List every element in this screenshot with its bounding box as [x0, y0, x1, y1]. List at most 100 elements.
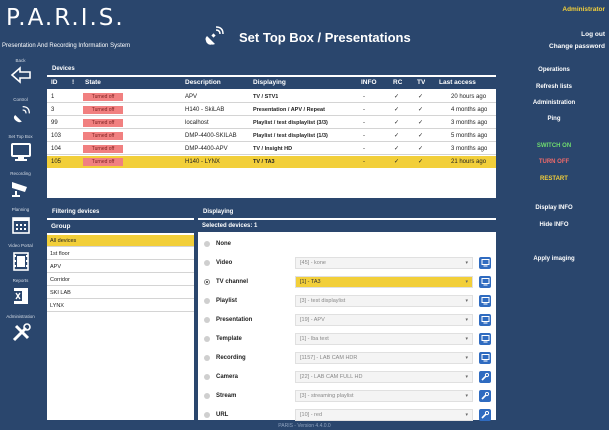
display-option: Template [1] - lba text ▾ [198, 330, 496, 348]
group-item[interactable]: APV [47, 261, 194, 273]
option-select[interactable]: [10] - red ▾ [295, 409, 473, 421]
logout-link[interactable]: Log out [581, 31, 605, 38]
col-rc[interactable]: RC [393, 77, 402, 89]
option-select[interactable]: [22] - LAB CAM FULL HD ▾ [295, 371, 473, 383]
apply-imaging-button[interactable]: Apply imaging [502, 246, 606, 272]
col-description[interactable]: Description [185, 77, 221, 89]
device-id: 1 [51, 94, 55, 100]
col-id[interactable]: ID [51, 77, 58, 89]
table-row[interactable]: 103 Turned off DMP-4400-SKILAB Playlist / t… [47, 130, 496, 142]
sidebar-item-planning[interactable]: Planning [0, 207, 41, 235]
group-item[interactable]: Corridor [47, 274, 194, 286]
sidebar-item-label: Control [13, 97, 28, 102]
device-displaying: TV / STV1 [253, 94, 279, 100]
sidebar-item-video-portal[interactable]: Video Portal [0, 243, 41, 271]
ping-button[interactable]: Ping [502, 113, 606, 126]
show-button[interactable] [479, 352, 491, 364]
radio-button[interactable] [204, 412, 210, 418]
table-row[interactable]: 99 Turned off localhost Playlist / test dis… [47, 117, 496, 129]
sidebar-item-set-top-box[interactable]: Set Top Box [0, 134, 41, 162]
option-select[interactable]: [3] - test displaylist ▾ [295, 295, 473, 307]
group-item[interactable]: SKI LAB [47, 287, 194, 299]
option-label: TV channel [216, 279, 249, 285]
state-badge: Turned off [83, 132, 123, 140]
switch-on-button[interactable]: SWITCH ON [502, 140, 606, 153]
sidebar-item-label: Reports [12, 278, 29, 283]
device-tv: ✓ [418, 146, 424, 152]
table-row[interactable]: 1 Turned off APV TV / STV1 - ✓ ✓ 20 hours ago [47, 91, 496, 103]
displaying-panel: Displaying Selected devices: 1 None Video… [198, 207, 496, 421]
option-select[interactable]: [1] - TA3 ▾ [295, 276, 473, 288]
sidebar-item-control[interactable]: Control [0, 97, 41, 125]
col-state[interactable]: State [85, 77, 101, 89]
sidebar-item-recording[interactable]: Recording [0, 171, 41, 197]
sidebar-item-reports[interactable]: Reports [0, 278, 41, 306]
col-displaying[interactable]: Displaying [253, 77, 286, 89]
group-item[interactable]: All devices [47, 235, 194, 247]
state-badge: Turned off [83, 106, 123, 114]
device-info: - [363, 120, 365, 126]
configure-button[interactable] [479, 409, 491, 421]
col-tv[interactable]: TV [417, 77, 425, 89]
option-select[interactable]: [1157] - LAB CAM HDR ▾ [295, 352, 473, 364]
table-row[interactable]: 105 Turned off H140 - LYNX TV / TA3 - ✓ ✓ 21 ho… [47, 156, 496, 168]
display-info-button[interactable]: Display INFO [502, 202, 606, 215]
monitor-icon [479, 335, 491, 343]
radio-button[interactable] [204, 336, 210, 342]
radio-button[interactable] [204, 374, 210, 380]
col-alert[interactable]: ! [72, 77, 74, 89]
option-label: Template [216, 336, 242, 342]
chevron-down-icon: ▾ [465, 336, 468, 342]
chevron-down-icon: ▾ [465, 279, 468, 285]
show-button[interactable] [479, 314, 491, 326]
filtering-panel: Filtering devices Group All devices 1st f… [47, 207, 194, 420]
show-button[interactable] [479, 333, 491, 345]
turn-off-button[interactable]: TURN OFF [502, 156, 606, 169]
configure-button[interactable] [479, 371, 491, 383]
radio-button[interactable] [204, 317, 210, 323]
satellite-dish-icon [201, 23, 227, 49]
display-option: Camera [22] - LAB CAM FULL HD ▾ [198, 368, 496, 386]
app-logo[interactable]: P.A.R.I.S. [6, 5, 125, 31]
col-info[interactable]: INFO [361, 77, 377, 89]
radio-button[interactable] [204, 298, 210, 304]
show-button[interactable] [479, 257, 491, 269]
col-last-access[interactable]: Last access [439, 77, 476, 89]
hide-info-button[interactable]: Hide INFO [502, 219, 606, 232]
sidebar-item-back[interactable]: Back [0, 58, 41, 84]
show-button[interactable] [479, 295, 491, 307]
refresh-lists-button[interactable]: Refresh lists [502, 81, 606, 94]
show-button[interactable] [479, 276, 491, 288]
administration-button[interactable]: Administration [502, 97, 606, 110]
wrench-icon [479, 373, 491, 381]
radio-button[interactable] [204, 260, 210, 266]
configure-button[interactable] [479, 390, 491, 402]
display-option: Recording [1157] - LAB CAM HDR ▾ [198, 349, 496, 367]
device-id: 105 [51, 159, 62, 165]
radio-button[interactable] [204, 241, 210, 247]
arrow-left-icon [10, 66, 31, 84]
restart-button[interactable]: RESTART [502, 173, 606, 186]
device-description: H140 - SkiLAB [185, 107, 225, 113]
table-row[interactable]: 3 Turned off H140 - SkiLAB Presentation / A… [47, 104, 496, 116]
option-select[interactable]: [1] - lba text ▾ [295, 333, 473, 345]
camera-icon [11, 182, 27, 197]
change-password-link[interactable]: Change password [549, 43, 605, 50]
radio-button[interactable] [204, 279, 210, 285]
option-select[interactable]: [3] - streaming playlist ▾ [295, 390, 473, 402]
option-select[interactable]: [45] - kone ▾ [295, 257, 473, 269]
device-tv: ✓ [418, 159, 424, 165]
radio-button[interactable] [204, 355, 210, 361]
radio-button[interactable] [204, 393, 210, 399]
sidebar-item-administration[interactable]: Administration [0, 314, 41, 344]
display-option: Video [45] - kone ▾ [198, 254, 496, 272]
sidebar: Back Control Set Top Box Recording Plann… [0, 56, 41, 422]
device-last-access: 21 hours ago [451, 159, 487, 165]
device-rc: ✓ [394, 146, 400, 152]
option-select[interactable]: [19] - APV ▾ [295, 314, 473, 326]
table-row[interactable]: 104 Turned off DMP-4400-APV TV / Insight HD… [47, 143, 496, 155]
group-item[interactable]: LYNX [47, 300, 194, 312]
wrench-icon [479, 392, 491, 400]
operations-title: Operations [502, 64, 606, 77]
group-item[interactable]: 1st floor [47, 248, 194, 260]
